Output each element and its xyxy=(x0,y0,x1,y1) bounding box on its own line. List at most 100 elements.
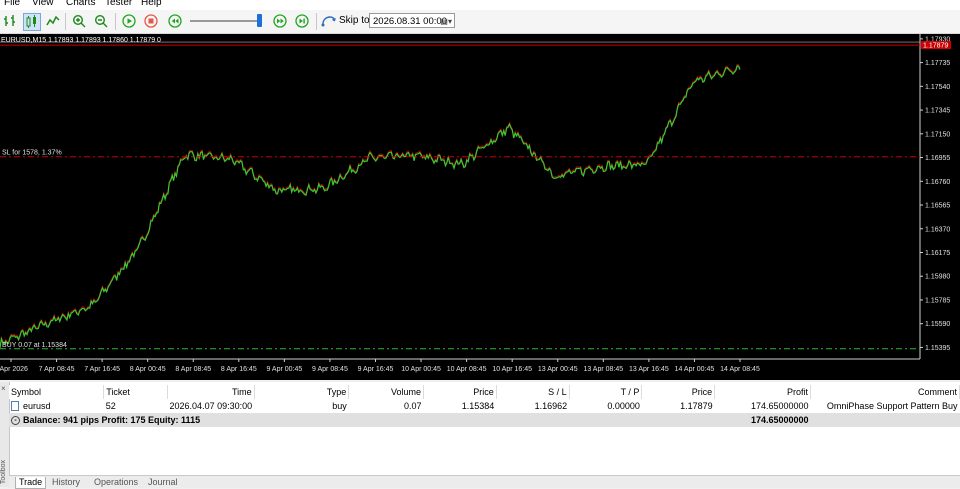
tab-operations[interactable]: Operations xyxy=(91,477,141,488)
stop-loss-label: SL for 1578, 1.37% xyxy=(2,150,62,157)
time-tick-label: 13 Apr 00:45 xyxy=(538,366,578,373)
calendar-dropdown-icon[interactable]: ▤▾ xyxy=(440,14,452,29)
price-tick-label: 1.17150 xyxy=(925,131,950,138)
time-tick-label: 9 Apr 16:45 xyxy=(358,366,394,373)
profit-cell: 174.65000000 xyxy=(750,401,809,411)
price-tick-label: 1.15590 xyxy=(925,321,950,328)
price-tick-label: 1.15980 xyxy=(925,274,950,281)
toolbox-label: Toolbox xyxy=(0,460,7,485)
table-row[interactable]: eurusd 52 2026.04.07 09:30:00 buy 0.07 1… xyxy=(9,399,960,413)
balance-summary: Balance: 941 pips Profit: 175 Equity: 11… xyxy=(23,414,201,425)
positions-table: Symbol Ticket Time Type Volume Price S /… xyxy=(9,385,960,427)
time-tick-label: 10 Apr 16:45 xyxy=(492,366,532,373)
column-header[interactable]: Profit xyxy=(714,385,812,399)
ticket-cell: 52 xyxy=(105,401,116,411)
price-tick-label: 1.16955 xyxy=(925,155,950,162)
price-tick-label: 1.17540 xyxy=(925,84,950,91)
menu-file[interactable]: File xyxy=(4,0,20,9)
time-tick-label: 8 Apr 08:45 xyxy=(175,366,211,373)
time-tick-label: 9 Apr 08:45 xyxy=(312,366,348,373)
time-tick-label: 13 Apr 08:45 xyxy=(583,366,623,373)
price-tick-label: 1.16565 xyxy=(925,203,950,210)
open-price-cell: 1.15384 xyxy=(461,401,495,411)
bull-candles xyxy=(0,65,741,349)
skip-to-date-value: 2026.08.31 00:00 xyxy=(373,16,447,27)
current-price-cell: 1.17879 xyxy=(680,401,713,411)
skip-to-date-input[interactable]: 2026.08.31 00:00 ▤▾ xyxy=(369,13,455,28)
column-header[interactable]: Symbol xyxy=(9,385,105,399)
document-icon xyxy=(11,401,19,412)
tab-journal[interactable]: Journal xyxy=(145,477,181,488)
table-header-row: Symbol Ticket Time Type Volume Price S /… xyxy=(9,385,960,399)
menu-help[interactable]: Help xyxy=(141,0,162,9)
skip-to-icon[interactable] xyxy=(321,13,337,29)
stop-icon[interactable] xyxy=(143,13,159,29)
price-tick-label: 1.16175 xyxy=(925,250,950,257)
step-forward-icon[interactable] xyxy=(272,13,288,29)
skip-to-label: Skip to xyxy=(339,15,370,26)
time-tick-label: 10 Apr 08:45 xyxy=(447,366,487,373)
chart-canvas: 1.179301.177351.175401.173451.171501.169… xyxy=(0,34,951,373)
price-tick-label: 1.16370 xyxy=(925,226,950,233)
price-tick-label: 1.16760 xyxy=(925,179,950,186)
column-header[interactable]: T / P xyxy=(569,385,643,399)
column-header[interactable]: S / L xyxy=(496,385,570,399)
total-profit-cell: 174.65000000 xyxy=(714,413,811,427)
play-icon[interactable] xyxy=(121,13,137,29)
stop-loss-cell[interactable]: 1.16962 xyxy=(496,399,569,413)
time-tick-label: 8 Apr 16:45 xyxy=(221,366,257,373)
column-header[interactable]: Price xyxy=(423,385,497,399)
speed-slider-thumb[interactable] xyxy=(257,14,262,27)
time-tick-label: 7 Apr 2026 xyxy=(0,366,28,373)
speed-slider-track[interactable] xyxy=(190,20,260,22)
bear-candles xyxy=(0,63,741,347)
time-tick-label: 14 Apr 08:45 xyxy=(720,366,760,373)
tab-trade[interactable]: Trade xyxy=(15,477,47,489)
time-tick-label: 9 Apr 00:45 xyxy=(266,366,302,373)
time-tick-label: 7 Apr 08:45 xyxy=(39,366,75,373)
end-icon[interactable] xyxy=(294,13,310,29)
column-header[interactable]: Volume xyxy=(348,385,425,399)
chart-header: EURUSD,M15 1.17893 1.17893 1.17860 1.178… xyxy=(1,37,161,44)
price-chart[interactable]: 1.17930 1.17735 1.17540 1.17345 1.17150 1.169… xyxy=(0,34,960,380)
column-header[interactable]: Price xyxy=(641,385,716,399)
toolbar: Skip to 2026.08.31 00:00 ▤▾ xyxy=(0,10,960,34)
collapse-icon[interactable]: - xyxy=(11,416,20,426)
zoom-in-icon[interactable] xyxy=(71,13,87,29)
type-cell: buy xyxy=(332,401,347,411)
toolbox-panel: × Toolbox Symbol Ticket Time Type Volume… xyxy=(0,382,960,489)
time-cell: 2026.04.07 09:30:00 xyxy=(169,401,253,411)
column-header[interactable]: Type xyxy=(254,385,350,399)
time-tick-label: 14 Apr 00:45 xyxy=(675,366,715,373)
comment-cell: OmniPhase Support Pattern Buy xyxy=(826,401,958,411)
current-price-label: 1.17879 xyxy=(923,43,948,50)
time-tick-label: 10 Apr 00:45 xyxy=(401,366,441,373)
menu-bar: File View Charts Tester Help xyxy=(0,0,960,10)
chart-type-bar-icon[interactable] xyxy=(2,13,18,29)
price-tick-label: 1.15395 xyxy=(925,345,950,352)
take-profit-cell[interactable]: 0.00000 xyxy=(569,399,642,413)
chart-type-line-icon[interactable] xyxy=(45,13,61,29)
zoom-out-icon[interactable] xyxy=(93,13,109,29)
step-back-icon[interactable] xyxy=(167,13,183,29)
time-tick-label: 7 Apr 16:45 xyxy=(84,366,120,373)
column-header[interactable]: Ticket xyxy=(103,385,169,399)
time-tick-label: 8 Apr 00:45 xyxy=(130,366,166,373)
time-tick-label: 13 Apr 16:45 xyxy=(629,366,669,373)
volume-cell: 0.07 xyxy=(403,401,422,411)
balance-row: - Balance: 941 pips Profit: 175 Equity: 1… xyxy=(9,413,960,427)
column-header[interactable]: Comment xyxy=(810,385,960,399)
column-header[interactable]: Time xyxy=(167,385,255,399)
menu-view[interactable]: View xyxy=(32,0,54,9)
menu-charts[interactable]: Charts xyxy=(66,0,95,9)
price-tick-label: 1.15785 xyxy=(925,297,950,304)
toolbox-tabs: Trade History Operations Journal xyxy=(9,475,960,489)
tab-history[interactable]: History xyxy=(49,477,83,488)
chart-type-candles-icon[interactable] xyxy=(23,13,41,31)
menu-tester[interactable]: Tester xyxy=(105,0,132,9)
price-tick-label: 1.17735 xyxy=(925,60,950,67)
close-icon[interactable]: × xyxy=(1,384,6,393)
entry-label: BUY 0.07 at 1.15384 xyxy=(2,342,67,349)
price-tick-label: 1.17345 xyxy=(925,108,950,115)
symbol-cell: eurusd xyxy=(23,400,51,411)
